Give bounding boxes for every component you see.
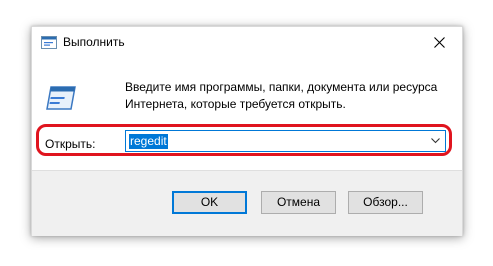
- close-icon: [434, 37, 445, 48]
- run-large-icon: [45, 84, 77, 112]
- close-button[interactable]: [417, 27, 462, 58]
- title-bar[interactable]: Выполнить: [32, 27, 462, 58]
- open-label: Открыть:: [45, 137, 96, 151]
- run-icon: [41, 36, 57, 49]
- browse-button[interactable]: Обзор...: [348, 191, 423, 214]
- ok-button[interactable]: OK: [172, 191, 247, 214]
- cancel-button[interactable]: Отмена: [261, 191, 336, 214]
- description-text: Введите имя программы, папки, документа …: [125, 80, 438, 111]
- open-combobox[interactable]: regedit: [125, 130, 446, 152]
- dropdown-button[interactable]: [427, 131, 445, 151]
- open-input-value[interactable]: regedit: [129, 134, 168, 149]
- chevron-down-icon: [431, 138, 440, 144]
- run-dialog: Выполнить Введите имя программы, папки, …: [31, 26, 463, 236]
- button-bar: OK Отмена Обзор...: [32, 170, 462, 236]
- window-title: Выполнить: [63, 35, 125, 49]
